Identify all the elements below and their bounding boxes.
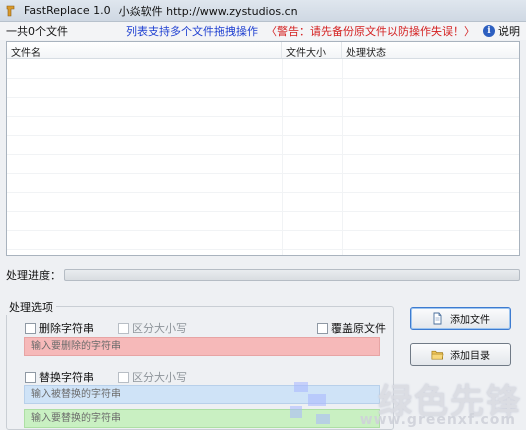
document-icon xyxy=(431,312,444,325)
help-label: 说明 xyxy=(498,25,520,38)
grid-row-line xyxy=(7,173,519,174)
replace-string-checkbox[interactable]: 替换字符串 xyxy=(25,369,94,385)
progress-label: 处理进度： xyxy=(6,269,61,282)
app-window: FastReplace 1.0 小焱软件 http://www.zystudio… xyxy=(0,0,526,430)
file-count: 一共0个文件 xyxy=(6,25,68,38)
grid-row-line xyxy=(7,230,519,231)
add-folder-label: 添加目录 xyxy=(450,351,490,362)
file-list[interactable]: 文件名 文件大小 处理状态 xyxy=(6,41,520,256)
grid-column-line xyxy=(342,59,343,255)
delete-string-box[interactable] xyxy=(25,322,36,334)
column-filesize[interactable]: 文件大小 xyxy=(282,42,342,59)
progress-bar xyxy=(64,269,520,281)
column-status[interactable]: 处理状态 xyxy=(342,42,519,59)
file-list-body[interactable] xyxy=(7,59,519,255)
find-string-input[interactable] xyxy=(24,385,380,404)
delete-case-checkbox[interactable]: 区分大小写 xyxy=(118,320,187,336)
grid-row-line xyxy=(7,154,519,155)
folder-icon xyxy=(431,348,444,361)
drag-hint: 列表支持多个文件拖拽操作 xyxy=(126,25,258,38)
grid-row-line xyxy=(7,211,519,212)
grid-row-line xyxy=(7,116,519,117)
info-bar-right: 列表支持多个文件拖拽操作 〈警告：请先备份原文件以防操作失误！〉 i 说明 xyxy=(126,23,520,39)
title-bar: FastReplace 1.0 小焱软件 http://www.zystudio… xyxy=(0,0,526,22)
delete-case-box[interactable] xyxy=(118,322,129,334)
delete-string-label: 删除字符串 xyxy=(39,322,94,335)
options-legend: 处理选项 xyxy=(6,299,56,315)
window-title: FastReplace 1.0 xyxy=(24,4,111,17)
window-subtitle: 小焱软件 http://www.zystudios.cn xyxy=(118,4,298,18)
backup-warning: 〈警告：请先备份原文件以防操作失误！〉 xyxy=(266,25,475,38)
help-link[interactable]: i 说明 xyxy=(483,23,520,39)
app-icon xyxy=(4,4,18,18)
info-icon: i xyxy=(483,25,495,37)
file-list-header: 文件名 文件大小 处理状态 xyxy=(7,42,519,59)
grid-row-line xyxy=(7,249,519,250)
grid-column-line xyxy=(282,59,283,255)
replace-case-box[interactable] xyxy=(118,371,129,383)
overwrite-box[interactable] xyxy=(317,322,328,334)
add-file-button[interactable]: 添加文件 xyxy=(410,307,511,330)
progress-row: 处理进度： xyxy=(6,268,520,282)
overwrite-checkbox[interactable]: 覆盖原文件 xyxy=(317,320,386,336)
info-bar: 一共0个文件 列表支持多个文件拖拽操作 〈警告：请先备份原文件以防操作失误！〉 … xyxy=(0,22,526,40)
column-filename[interactable]: 文件名 xyxy=(7,42,282,59)
grid-row-line xyxy=(7,78,519,79)
watermark-text: 绿色先锋 xyxy=(378,382,522,422)
replace-string-label: 替换字符串 xyxy=(39,371,94,384)
delete-string-input[interactable] xyxy=(24,337,380,356)
delete-case-label: 区分大小写 xyxy=(132,322,187,335)
replace-case-checkbox[interactable]: 区分大小写 xyxy=(118,369,187,385)
grid-row-line xyxy=(7,97,519,98)
grid-row-line xyxy=(7,192,519,193)
add-file-label: 添加文件 xyxy=(450,315,490,326)
replace-string-box[interactable] xyxy=(25,371,36,383)
overwrite-label: 覆盖原文件 xyxy=(331,322,386,335)
add-folder-button[interactable]: 添加目录 xyxy=(410,343,511,366)
replace-string-input[interactable] xyxy=(24,409,380,428)
file-list-gridlines xyxy=(7,59,519,255)
replace-case-label: 区分大小写 xyxy=(132,371,187,384)
grid-row-line xyxy=(7,135,519,136)
delete-string-checkbox[interactable]: 删除字符串 xyxy=(25,320,94,336)
